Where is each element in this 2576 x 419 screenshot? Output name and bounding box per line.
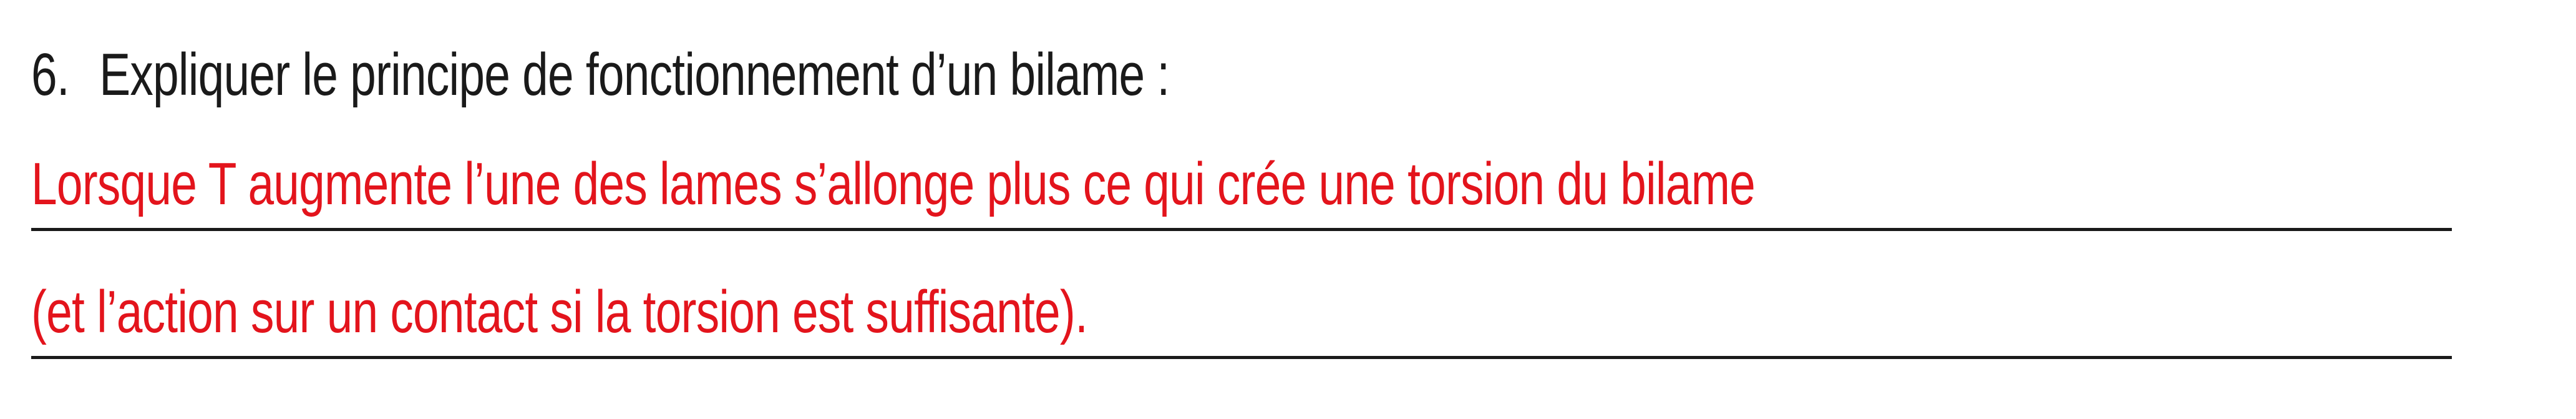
answer-line-2[interactable]: (et l’action sur un contact si la torsio… — [31, 269, 2452, 359]
question-text: Expliquer le principe de fonctionnement … — [99, 41, 1170, 108]
question-number: 6. — [31, 41, 70, 108]
question-prompt: 6. Expliquer le principe de fonctionnemen… — [31, 37, 1170, 112]
answer-line-1[interactable]: Lorsque T augmente l’une des lames s’all… — [31, 140, 2452, 231]
answer-text-2: (et l’action sur un contact si la torsio… — [31, 279, 1088, 345]
answer-text-1: Lorsque T augmente l’une des lames s’all… — [31, 150, 1756, 217]
